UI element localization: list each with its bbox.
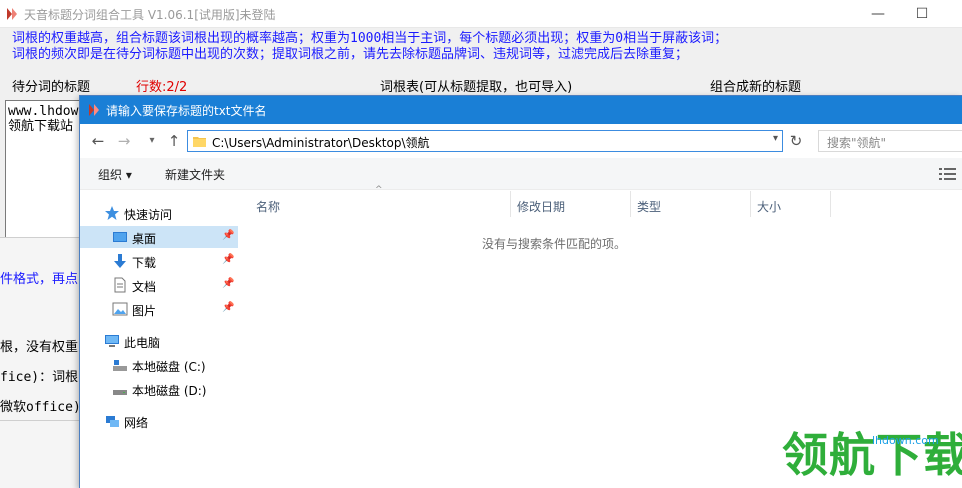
app-logo-icon: [7, 8, 17, 20]
app-title: 天音标题分词组合工具 V1.06.1[试用版]未登陆: [24, 8, 276, 22]
panel-text: 件格式，再点: [0, 272, 79, 287]
forward-arrow-icon[interactable]: →: [114, 131, 134, 151]
info-line-2: 词根的频次即是在待分词标题中出现的次数；提取词根之前，请先去除标题品牌词、违规词…: [12, 47, 689, 62]
info-line-1: 词根的权重越高，组合标题该词根出现的概率越高；权重为1000相当于主词，每个标题…: [12, 31, 728, 46]
app-titlebar: 天音标题分词组合工具 V1.06.1[试用版]未登陆 — ☐: [0, 0, 962, 28]
minimize-button[interactable]: —: [868, 4, 888, 24]
app-logo-icon: [89, 104, 99, 116]
desktop-icon: [113, 232, 127, 242]
pin-icon[interactable]: 📌: [222, 230, 234, 241]
titles-to-split-label: 待分词的标题: [12, 80, 91, 95]
star-icon: [105, 206, 119, 220]
address-bar-row: ← → ▾ ↑ C:\Users\Administrator\Desktop\领…: [80, 124, 962, 158]
nav-label: 此电脑: [124, 336, 161, 350]
panel-text: fice)：词根: [0, 370, 79, 385]
back-arrow-icon[interactable]: ←: [88, 131, 108, 151]
row-count-label: 行数:2/2: [136, 80, 188, 95]
nav-item-pictures[interactable]: 图片 📌: [80, 298, 238, 320]
column-size[interactable]: 大小: [751, 191, 831, 217]
panel-divider: [0, 420, 80, 421]
column-name[interactable]: 名称: [250, 191, 510, 217]
panel-text: 微软office): [0, 400, 80, 415]
download-icon: [114, 254, 126, 268]
new-titles-label: 组合成新的标题: [710, 80, 802, 95]
refresh-icon[interactable]: ↻: [786, 132, 806, 152]
drive-c-icon: [113, 360, 127, 371]
pin-icon[interactable]: 📌: [222, 254, 234, 265]
computer-icon: [105, 335, 119, 347]
nav-label: 本地磁盘 (D:): [132, 384, 207, 398]
network-icon: [106, 416, 119, 427]
empty-message: 没有与搜索条件匹配的项。: [481, 237, 626, 251]
up-arrow-icon[interactable]: ↑: [164, 131, 184, 151]
nav-label: 图片: [132, 304, 157, 318]
background-panel: 件格式，再点 根，没有权重 fice)：词根 微软office): [0, 237, 80, 488]
navigation-pane: 快速访问 桌面 📌 下载 📌 文档 📌 图片 📌 此电脑 本地磁盘 (C:) 本…: [80, 191, 238, 488]
new-folder-button[interactable]: 新建文件夹: [165, 166, 225, 183]
nav-item-downloads[interactable]: 下载 📌: [80, 250, 238, 272]
root-table-label: 词根表(可从标题提取，也可导入): [380, 80, 573, 95]
textarea-line: www.lhdow: [8, 104, 79, 119]
picture-icon: [112, 302, 128, 316]
nav-label: 快速访问: [124, 208, 173, 222]
maximize-button[interactable]: ☐: [912, 4, 932, 24]
nav-label: 桌面: [132, 232, 157, 246]
pin-icon[interactable]: 📌: [222, 302, 234, 313]
dialog-toolbar: 组织 ▾ 新建文件夹: [80, 158, 962, 190]
nav-item-drive-c[interactable]: 本地磁盘 (C:): [80, 354, 238, 376]
watermark-url: lhdown.com: [872, 434, 939, 447]
nav-label: 本地磁盘 (C:): [132, 360, 206, 374]
nav-label: 网络: [124, 416, 149, 430]
nav-item-drive-d[interactable]: 本地磁盘 (D:): [80, 378, 238, 400]
nav-item-desktop[interactable]: 桌面 📌: [80, 226, 238, 248]
section-headers: 待分词的标题 行数:2/2 词根表(可从标题提取，也可导入) 组合成新的标题: [0, 72, 962, 96]
column-type[interactable]: 类型: [631, 191, 751, 217]
address-input[interactable]: C:\Users\Administrator\Desktop\领航 ▾: [187, 130, 783, 152]
info-text: 词根的权重越高，组合标题该词根出现的概率越高；权重为1000相当于主词，每个标题…: [0, 28, 962, 70]
nav-item-quick-access[interactable]: 快速访问: [80, 202, 238, 224]
textarea-line: 领航下载站: [8, 119, 74, 134]
address-path: C:\Users\Administrator\Desktop\领航: [212, 136, 430, 150]
nav-item-network[interactable]: 网络: [80, 410, 238, 432]
dialog-title: 请输入要保存标题的txt文件名: [106, 104, 267, 118]
chevron-down-icon[interactable]: ▾: [773, 133, 778, 144]
nav-item-this-pc[interactable]: 此电脑: [80, 330, 238, 352]
folder-icon: [193, 137, 206, 147]
titles-textarea[interactable]: www.lhdow 领航下载站: [5, 100, 80, 240]
document-icon: [114, 277, 126, 293]
search-input[interactable]: 搜索"领航": [818, 130, 962, 152]
dialog-titlebar: 请输入要保存标题的txt文件名: [80, 96, 962, 124]
column-modified[interactable]: 修改日期: [511, 191, 631, 217]
recent-locations-chevron-icon[interactable]: ▾: [142, 131, 162, 151]
nav-item-documents[interactable]: 文档 📌: [80, 274, 238, 296]
drive-d-icon: [113, 390, 127, 395]
organize-button[interactable]: 组织 ▾: [98, 166, 132, 183]
nav-label: 文档: [132, 280, 157, 294]
panel-text: 根，没有权重: [0, 340, 79, 355]
nav-label: 下载: [132, 256, 157, 270]
column-divider[interactable]: [830, 191, 831, 217]
view-options-icon[interactable]: [938, 166, 958, 182]
pin-icon[interactable]: 📌: [222, 278, 234, 289]
